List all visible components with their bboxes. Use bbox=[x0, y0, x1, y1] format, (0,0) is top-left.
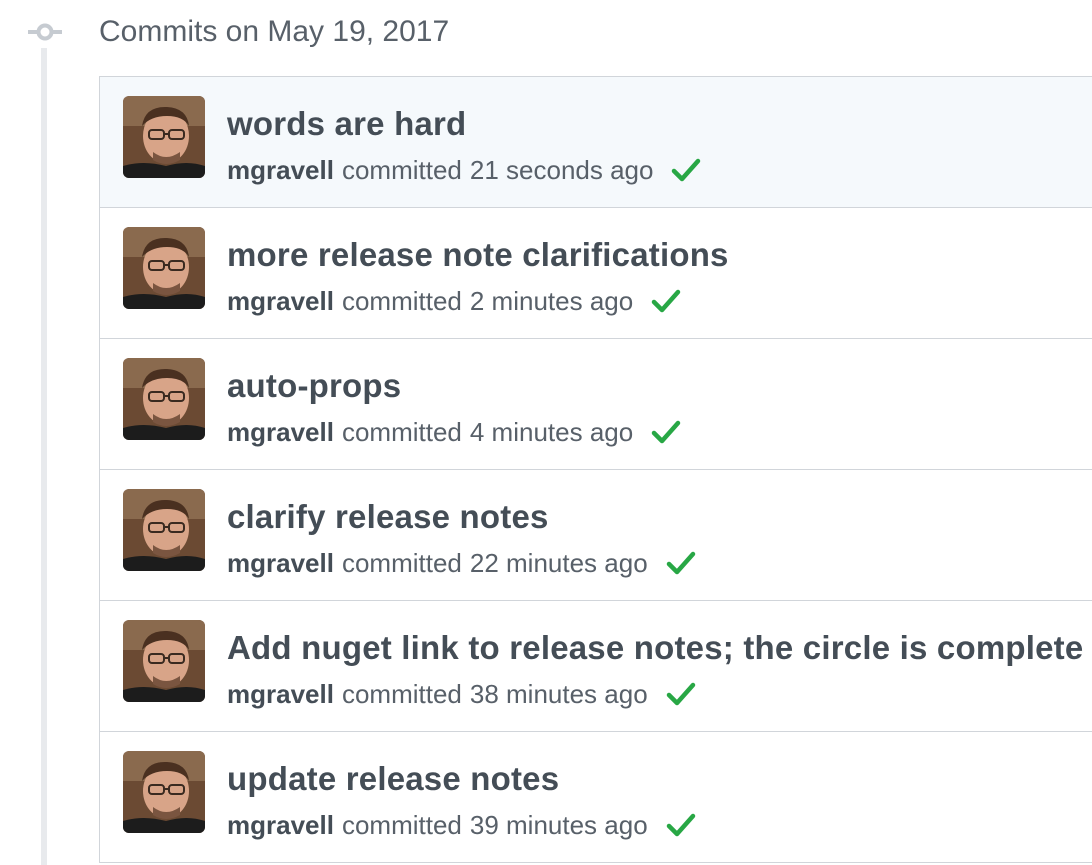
commit-verb: committed bbox=[341, 548, 462, 578]
commit-message-link[interactable]: auto-props bbox=[227, 364, 401, 408]
commit-verb: committed bbox=[341, 417, 462, 447]
commit-row[interactable]: Add nuget link to release notes; the cir… bbox=[99, 601, 1092, 732]
commit-time: 22 minutes ago bbox=[469, 548, 648, 578]
check-icon[interactable] bbox=[666, 812, 696, 838]
commit-group-heading: Commits on May 19, 2017 bbox=[99, 15, 450, 48]
commit-meta: mgravell committed 21 seconds ago bbox=[227, 153, 701, 187]
commit-message-link[interactable]: update release notes bbox=[227, 757, 559, 801]
commit-row[interactable]: auto-props mgravell committed 4 minutes … bbox=[99, 339, 1092, 470]
commit-time: 4 minutes ago bbox=[469, 417, 634, 447]
author-avatar[interactable] bbox=[123, 358, 205, 440]
commit-message-link[interactable]: Add nuget link to release notes; the cir… bbox=[227, 626, 1083, 670]
timeline-line bbox=[41, 48, 47, 865]
commit-verb: committed bbox=[341, 286, 462, 316]
commit-meta: mgravell committed 22 minutes ago bbox=[227, 546, 696, 580]
commit-author-link[interactable]: mgravell bbox=[227, 546, 334, 580]
commit-author-link[interactable]: mgravell bbox=[227, 808, 334, 842]
commit-row[interactable]: update release notes mgravell committed … bbox=[99, 732, 1092, 863]
commit-meta: mgravell committed 39 minutes ago bbox=[227, 808, 696, 842]
commit-author-link[interactable]: mgravell bbox=[227, 415, 334, 449]
commit-verb: committed bbox=[341, 155, 462, 185]
commit-author-link[interactable]: mgravell bbox=[227, 284, 334, 318]
commit-message-link[interactable]: clarify release notes bbox=[227, 495, 549, 539]
author-avatar[interactable] bbox=[123, 489, 205, 571]
author-avatar[interactable] bbox=[123, 227, 205, 309]
commit-row[interactable]: more release note clarifications mgravel… bbox=[99, 208, 1092, 339]
commit-verb: committed bbox=[341, 810, 462, 840]
commit-meta: mgravell committed 38 minutes ago bbox=[227, 677, 696, 711]
commit-time: 21 seconds ago bbox=[469, 155, 654, 185]
commit-time: 39 minutes ago bbox=[469, 810, 648, 840]
check-icon[interactable] bbox=[666, 550, 696, 576]
commit-row[interactable]: words are hard mgravell committed 21 sec… bbox=[99, 77, 1092, 208]
commit-message-link[interactable]: words are hard bbox=[227, 102, 466, 146]
commit-verb: committed bbox=[341, 679, 462, 709]
check-icon[interactable] bbox=[666, 681, 696, 707]
check-icon[interactable] bbox=[651, 419, 681, 445]
commit-meta: mgravell committed 2 minutes ago bbox=[227, 284, 681, 318]
check-icon[interactable] bbox=[671, 157, 701, 183]
commit-meta: mgravell committed 4 minutes ago bbox=[227, 415, 681, 449]
commit-message-link[interactable]: more release note clarifications bbox=[227, 233, 729, 277]
commit-author-link[interactable]: mgravell bbox=[227, 153, 334, 187]
author-avatar[interactable] bbox=[123, 620, 205, 702]
commit-row[interactable]: clarify release notes mgravell committed… bbox=[99, 470, 1092, 601]
git-commit-icon bbox=[28, 22, 62, 42]
author-avatar[interactable] bbox=[123, 96, 205, 178]
commit-author-link[interactable]: mgravell bbox=[227, 677, 334, 711]
author-avatar[interactable] bbox=[123, 751, 205, 833]
check-icon[interactable] bbox=[651, 288, 681, 314]
commit-history-page: Commits on May 19, 2017 words are hard m… bbox=[0, 0, 1092, 865]
commit-time: 2 minutes ago bbox=[469, 286, 634, 316]
commit-list: words are hard mgravell committed 21 sec… bbox=[99, 76, 1092, 863]
commit-time: 38 minutes ago bbox=[469, 679, 648, 709]
